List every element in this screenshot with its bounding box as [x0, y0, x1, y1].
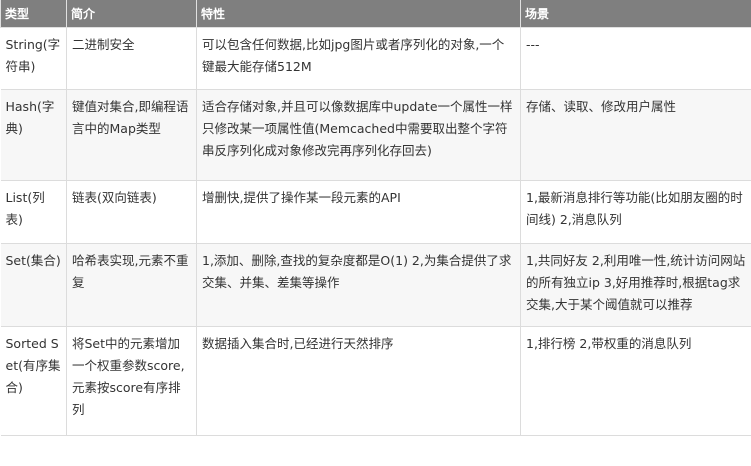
- cell-features: 适合存储对象,并且可以像数据库中update一个属性一样只修改某一项属性值(Me…: [196, 89, 521, 181]
- cell-intro: 链表(双向链表): [66, 180, 197, 244]
- cell-scenarios: 存储、读取、修改用户属性: [520, 89, 751, 181]
- header-features: 特性: [196, 0, 521, 28]
- table-row: Hash(字典) 键值对集合,即编程语言中的Map类型 适合存储对象,并且可以像…: [0, 89, 751, 181]
- cell-features: 可以包含任何数据,比如jpg图片或者序列化的对象,一个键最大能存储512M: [196, 27, 521, 90]
- cell-scenarios: 1,共同好友 2,利用唯一性,统计访问网站的所有独立ip 3,好用推荐时,根据t…: [520, 243, 751, 327]
- cell-scenarios: 1,最新消息排行等功能(比如朋友圈的时间线) 2,消息队列: [520, 180, 751, 244]
- cell-intro: 哈希表实现,元素不重复: [66, 243, 197, 327]
- cell-intro: 二进制安全: [66, 27, 197, 90]
- header-scenarios: 场景: [520, 0, 751, 28]
- cell-intro: 键值对集合,即编程语言中的Map类型: [66, 89, 197, 181]
- cell-features: 1,添加、删除,查找的复杂度都是O(1) 2,为集合提供了求交集、并集、差集等操…: [196, 243, 521, 327]
- cell-features: 增删快,提供了操作某一段元素的API: [196, 180, 521, 244]
- cell-type: String(字符串): [0, 27, 67, 90]
- table-row: List(列表) 链表(双向链表) 增删快,提供了操作某一段元素的API 1,最…: [0, 180, 751, 244]
- cell-type: Set(集合): [0, 243, 67, 327]
- redis-types-table: 类型 简介 特性 场景 String(字符串) 二进制安全 可以包含任何数据,比…: [0, 0, 751, 436]
- table-row: Sorted Set(有序集合) 将Set中的元素增加一个权重参数score,元…: [0, 326, 751, 436]
- cell-scenarios: 1,排行榜 2,带权重的消息队列: [520, 326, 751, 436]
- header-row: 类型 简介 特性 场景: [0, 0, 751, 28]
- cell-features: 数据插入集合时,已经进行天然排序: [196, 326, 521, 436]
- cell-type: Hash(字典): [0, 89, 67, 181]
- table-row: Set(集合) 哈希表实现,元素不重复 1,添加、删除,查找的复杂度都是O(1)…: [0, 243, 751, 327]
- cell-intro: 将Set中的元素增加一个权重参数score,元素按score有序排列: [66, 326, 197, 436]
- cell-type: Sorted Set(有序集合): [0, 326, 67, 436]
- header-type: 类型: [0, 0, 67, 28]
- cell-type: List(列表): [0, 180, 67, 244]
- cell-scenarios: ---: [520, 27, 751, 90]
- header-intro: 简介: [66, 0, 197, 28]
- table-row: String(字符串) 二进制安全 可以包含任何数据,比如jpg图片或者序列化的…: [0, 27, 751, 90]
